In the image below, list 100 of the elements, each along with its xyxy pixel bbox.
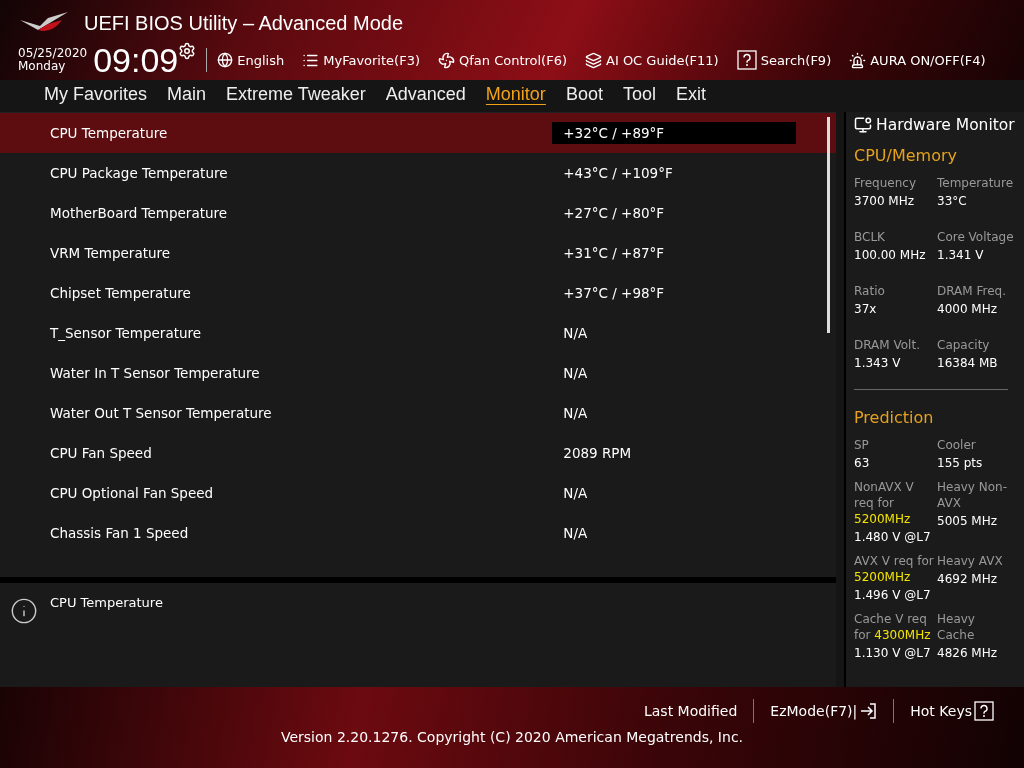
stat-label: BCLK — [854, 229, 886, 245]
setting-label: Water In T Sensor Temperature — [50, 365, 261, 381]
stat-value: 4000 MHz — [937, 301, 999, 318]
globe-icon — [217, 52, 234, 68]
menu-tab[interactable]: My Favorites — [34, 80, 158, 112]
section-title: Prediction — [854, 408, 935, 427]
setting-value: +27°C / +80°F — [562, 204, 666, 223]
section-title: CPU/Memory — [854, 146, 958, 165]
stat-value: 4826 MHz — [937, 645, 999, 662]
setting-row[interactable]: Chassis Fan 1 Speed N/A — [0, 513, 836, 553]
ez-mode-link[interactable]: EzMode(F7)| — [754, 702, 894, 720]
setting-row[interactable]: MotherBoard Temperature +27°C / +80°F — [0, 193, 836, 233]
stat-label: Heavy AVX — [937, 553, 1004, 569]
stat-label: Core Voltage — [937, 229, 1015, 245]
scrollbar[interactable] — [827, 117, 830, 333]
setting-value: N/A — [562, 324, 589, 343]
last-modified-link[interactable]: Last Modified — [627, 703, 754, 719]
stat-label: Temperature — [937, 175, 1014, 191]
layers-icon — [585, 51, 602, 69]
toolbar-button[interactable]: MyFavorite(F3) — [302, 51, 420, 69]
stat-label: Cache V req for 4300MHz — [854, 611, 932, 643]
menu-tab[interactable]: Advanced — [375, 80, 476, 112]
setting-label: CPU Optional Fan Speed — [50, 485, 215, 501]
menu-tab[interactable]: Monitor — [475, 80, 556, 112]
stat-value: 37x — [854, 301, 878, 318]
setting-row[interactable]: CPU Package Temperature +43°C / +109°F — [0, 153, 836, 193]
stat-label: Frequency — [854, 175, 917, 191]
setting-label: T_Sensor Temperature — [50, 325, 203, 341]
setting-row[interactable]: Chipset Temperature +37°C / +98°F — [0, 273, 836, 313]
setting-value: +37°C / +98°F — [562, 284, 666, 303]
setting-value: N/A — [562, 404, 589, 423]
day-text: Monday — [18, 60, 67, 73]
stat-value: 1.130 V @L7 — [854, 645, 932, 662]
setting-value: 2089 RPM — [562, 444, 633, 463]
stat-value: 33°C — [937, 193, 968, 210]
stat-value: 1.343 V — [854, 355, 902, 372]
setting-row[interactable]: CPU Temperature +32°C / +89°F — [0, 113, 836, 153]
version-text: Version 2.20.1276. Copyright (C) 2020 American Megatrends, Inc. — [280, 729, 744, 745]
stat-label: DRAM Freq. — [937, 283, 1007, 299]
date-text: 05/25/2020 — [18, 47, 88, 60]
setting-row[interactable]: Water In T Sensor Temperature N/A — [0, 353, 836, 393]
setting-label: Chassis Fan 1 Speed — [50, 525, 190, 541]
menu-tab[interactable]: Exit — [665, 80, 716, 112]
setting-row[interactable]: VRM Temperature +31°C / +87°F — [0, 233, 836, 273]
stat-label: Heavy Non-AVX — [937, 479, 1009, 511]
stat-value: 1.480 V @L7 — [854, 529, 932, 546]
toolbar-button[interactable]: English — [217, 52, 285, 68]
menu-tab[interactable]: Extreme Tweaker — [216, 80, 376, 112]
setting-label: CPU Temperature — [50, 125, 169, 141]
setting-label: MotherBoard Temperature — [50, 205, 229, 221]
stat-value: 1.496 V @L7 — [854, 587, 932, 604]
info-icon — [10, 597, 38, 625]
panel-title: Hardware Monitor — [876, 116, 1015, 134]
stat-value: 63 — [854, 455, 871, 472]
help-text: CPU Temperature — [50, 595, 163, 610]
menu-tab[interactable]: Main — [157, 80, 217, 112]
stat-value: 3700 MHz — [854, 193, 916, 210]
setting-value: N/A — [562, 364, 589, 383]
stat-value: 16384 MB — [937, 355, 999, 372]
setting-value: N/A — [562, 484, 589, 503]
stat-label: SP — [854, 437, 870, 453]
settings-icon[interactable] — [178, 42, 197, 60]
stat-label: DRAM Volt. — [854, 337, 921, 353]
stat-label: Ratio — [854, 283, 886, 299]
toolbar-button[interactable]: AI OC Guide(F11) — [585, 51, 719, 69]
monitor-icon — [854, 116, 872, 134]
setting-row[interactable]: Water Out T Sensor Temperature N/A — [0, 393, 836, 433]
fan-icon — [438, 51, 455, 69]
stat-label: AVX V req for 5200MHz — [854, 553, 935, 585]
stat-value: 1.341 V — [937, 247, 985, 264]
stat-value: 5005 MHz — [937, 513, 999, 530]
setting-value: N/A — [562, 524, 589, 543]
siren-icon — [849, 51, 867, 69]
setting-row[interactable]: T_Sensor Temperature N/A — [0, 313, 836, 353]
menu-tab[interactable]: Tool — [612, 80, 666, 112]
stat-label: Heavy Cache — [937, 611, 976, 643]
stat-label: NonAVX V req for 5200MHz — [854, 479, 915, 527]
setting-value: +31°C / +87°F — [562, 244, 666, 263]
stat-value: 4692 MHz — [937, 571, 999, 588]
setting-row[interactable]: CPU Fan Speed 2089 RPM — [0, 433, 836, 473]
clock-text: 09:09 — [93, 40, 179, 80]
menu-tab[interactable]: Boot — [555, 80, 613, 112]
stat-value: 155 pts — [937, 455, 984, 472]
stat-value: 100.00 MHz — [854, 247, 927, 264]
search-icon — [736, 50, 757, 70]
toolbar-button[interactable]: Qfan Control(F6) — [438, 51, 567, 69]
window-title: UEFI BIOS Utility – Advanced Mode — [84, 11, 404, 35]
setting-label: CPU Fan Speed — [50, 445, 153, 461]
setting-label: Chipset Temperature — [50, 285, 192, 301]
setting-row[interactable]: CPU Optional Fan Speed N/A — [0, 473, 836, 513]
setting-label: VRM Temperature — [50, 245, 172, 261]
stat-label: Cooler — [937, 437, 977, 453]
help-icon — [974, 701, 994, 721]
exit-icon — [859, 702, 878, 720]
setting-label: Water Out T Sensor Temperature — [50, 405, 273, 421]
toolbar-button[interactable]: AURA ON/OFF(F4) — [849, 51, 986, 69]
stat-label: Capacity — [937, 337, 991, 353]
hot-keys-link[interactable]: Hot Keys — [894, 701, 1010, 721]
setting-label: CPU Package Temperature — [50, 165, 229, 181]
toolbar-button[interactable]: Search(F9) — [736, 50, 832, 70]
